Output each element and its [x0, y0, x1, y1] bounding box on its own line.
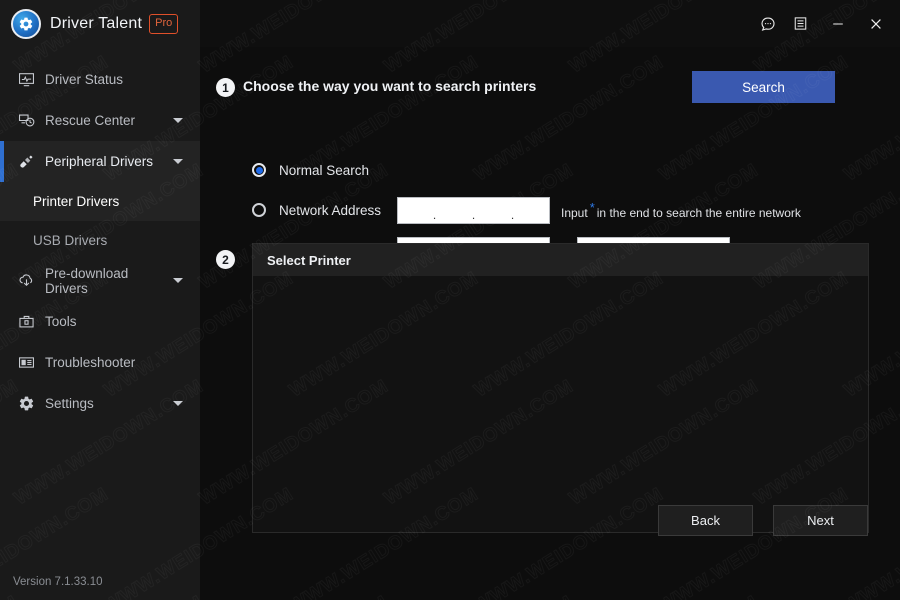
- driver-talent-window: Driver Talent Pro: [0, 0, 900, 600]
- sidebar-item-tools[interactable]: Tools: [0, 301, 200, 342]
- sidebar-item-rescue-center[interactable]: Rescue Center: [0, 100, 200, 141]
- chevron-down-icon[interactable]: [173, 159, 183, 164]
- step-1-badge: 1: [216, 78, 235, 97]
- sidebar-item-label: Pre-download Drivers: [45, 266, 173, 296]
- sidebar-item-settings[interactable]: Settings: [0, 383, 200, 424]
- network-address-octet-4[interactable]: [515, 198, 549, 223]
- app-title: Driver Talent: [50, 15, 142, 33]
- sidebar-item-troubleshooter[interactable]: Troubleshooter: [0, 342, 200, 383]
- title-bar-brand: Driver Talent Pro: [0, 0, 200, 47]
- pro-badge: Pro: [149, 14, 178, 34]
- chevron-down-icon[interactable]: [173, 118, 183, 123]
- sidebar-item-label: Tools: [45, 314, 200, 329]
- select-printer-header: Select Printer: [253, 244, 868, 276]
- option-row-normal-search[interactable]: Normal Search: [252, 158, 369, 182]
- sidebar-subitem-label: USB Drivers: [33, 233, 107, 248]
- hint-prefix: Input: [561, 206, 588, 220]
- network-address-input-group[interactable]: . . .: [397, 197, 550, 224]
- network-address-octet-3[interactable]: [476, 198, 510, 223]
- rescue-clock-icon: [17, 111, 36, 130]
- sidebar-item-label: Troubleshooter: [45, 355, 200, 370]
- sidebar: Driver Status Rescue Center: [0, 47, 200, 600]
- main-content: 1 Choose the way you want to search prin…: [200, 47, 900, 600]
- window-controls: [754, 0, 900, 47]
- back-button[interactable]: Back: [658, 505, 753, 536]
- sidebar-nav: Driver Status Rescue Center: [0, 47, 200, 424]
- toolbox-icon: [17, 312, 36, 331]
- network-address-octet-1[interactable]: [398, 198, 432, 223]
- sidebar-item-label: Rescue Center: [45, 113, 173, 128]
- sidebar-subitem-printer-drivers[interactable]: Printer Drivers: [0, 182, 200, 221]
- sidebar-item-label: Peripheral Drivers: [45, 154, 173, 169]
- select-printer-panel: Select Printer: [252, 243, 869, 533]
- sidebar-item-label: Settings: [45, 396, 173, 411]
- version-label: Version 7.1.33.10: [13, 576, 103, 588]
- chevron-down-icon[interactable]: [173, 401, 183, 406]
- cloud-download-icon: [17, 271, 36, 290]
- sidebar-item-peripheral-drivers[interactable]: Peripheral Drivers: [0, 141, 200, 182]
- list-view-icon[interactable]: [786, 9, 814, 39]
- hint-suffix: in the end to search the entire network: [597, 206, 801, 220]
- title-bar: Driver Talent Pro: [0, 0, 900, 47]
- gear-icon: [17, 394, 36, 413]
- monitor-status-icon: [17, 70, 36, 89]
- search-button[interactable]: Search: [692, 71, 835, 103]
- close-icon[interactable]: [862, 9, 890, 39]
- radio-network-address[interactable]: [252, 203, 266, 217]
- network-address-octet-2[interactable]: [437, 198, 471, 223]
- select-printer-list[interactable]: [253, 276, 868, 532]
- page-title: Choose the way you want to search printe…: [243, 78, 536, 94]
- radio-normal-search[interactable]: [252, 163, 266, 177]
- sidebar-subitem-label: Printer Drivers: [33, 194, 119, 209]
- chevron-down-icon[interactable]: [173, 278, 183, 283]
- option-row-network-address[interactable]: Network Address . . . Input*in the end t…: [252, 198, 801, 222]
- sidebar-subitem-usb-drivers[interactable]: USB Drivers: [0, 221, 200, 260]
- network-address-hint: Input*in the end to search the entire ne…: [561, 200, 801, 220]
- step-2-badge: 2: [216, 250, 235, 269]
- gear-logo-icon: [11, 9, 41, 39]
- hint-asterisk: *: [590, 200, 595, 215]
- sidebar-item-label: Driver Status: [45, 72, 200, 87]
- option-label: Network Address: [279, 203, 397, 218]
- option-label: Normal Search: [279, 163, 369, 178]
- troubleshoot-icon: [17, 353, 36, 372]
- usb-plug-icon: [17, 152, 36, 171]
- minimize-icon[interactable]: [824, 9, 852, 39]
- sidebar-item-pre-download-drivers[interactable]: Pre-download Drivers: [0, 260, 200, 301]
- sidebar-item-driver-status[interactable]: Driver Status: [0, 59, 200, 100]
- next-button[interactable]: Next: [773, 505, 868, 536]
- chat-bubble-icon[interactable]: [754, 9, 782, 39]
